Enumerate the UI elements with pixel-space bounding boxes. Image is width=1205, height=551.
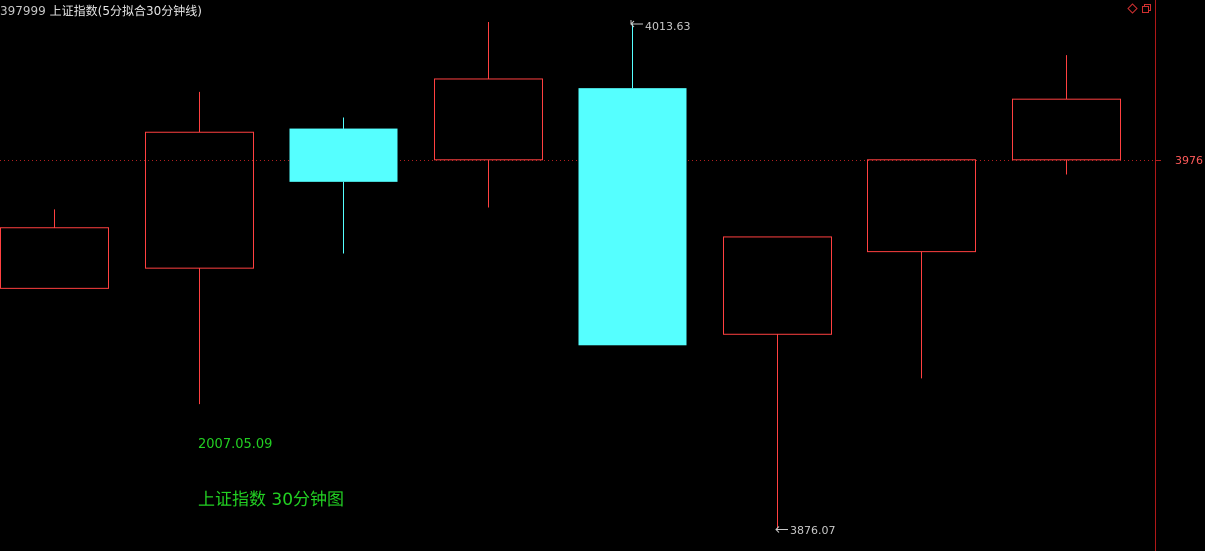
chart-title: 397999 上证指数(5分拟合30分钟线) — [0, 2, 202, 19]
candle-body-down — [289, 128, 398, 182]
candles-group — [0, 22, 1121, 529]
instrument-code: 397999 — [0, 4, 46, 18]
candle-body-up — [723, 236, 832, 335]
instrument-title: 上证指数(5分拟合30分钟线) — [49, 4, 202, 18]
candle-body-up — [0, 227, 109, 289]
candle-body-down — [578, 88, 687, 346]
peak-marker — [630, 20, 643, 28]
peak-price-label: 4013.63 — [645, 20, 691, 33]
annotation-date: 2007.05.09 — [198, 437, 273, 452]
diamond-icon[interactable] — [1127, 3, 1138, 14]
trough-marker — [775, 526, 788, 533]
candlestick-chart — [0, 0, 1161, 551]
candle-body-up — [434, 78, 543, 161]
annotation-caption: 上证指数 30分钟图 — [198, 490, 345, 510]
candle-body-up — [145, 131, 254, 269]
candle-body-up — [1012, 98, 1121, 161]
reference-price-label: 3976 — [1175, 154, 1203, 167]
candle-body-up — [867, 159, 976, 253]
restore-window-icon[interactable] — [1141, 3, 1152, 14]
trough-price-label: 3876.07 — [790, 524, 836, 537]
